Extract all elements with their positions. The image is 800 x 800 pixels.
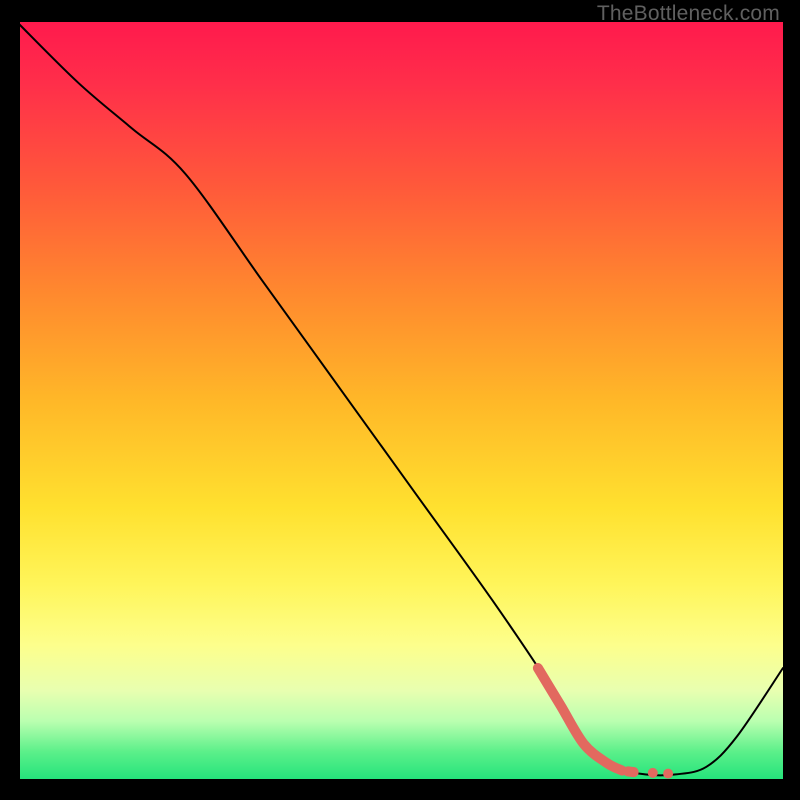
chart-stage: TheBottleneck.com [0,0,800,800]
plot-area [17,22,783,782]
heat-gradient-background [17,22,783,782]
